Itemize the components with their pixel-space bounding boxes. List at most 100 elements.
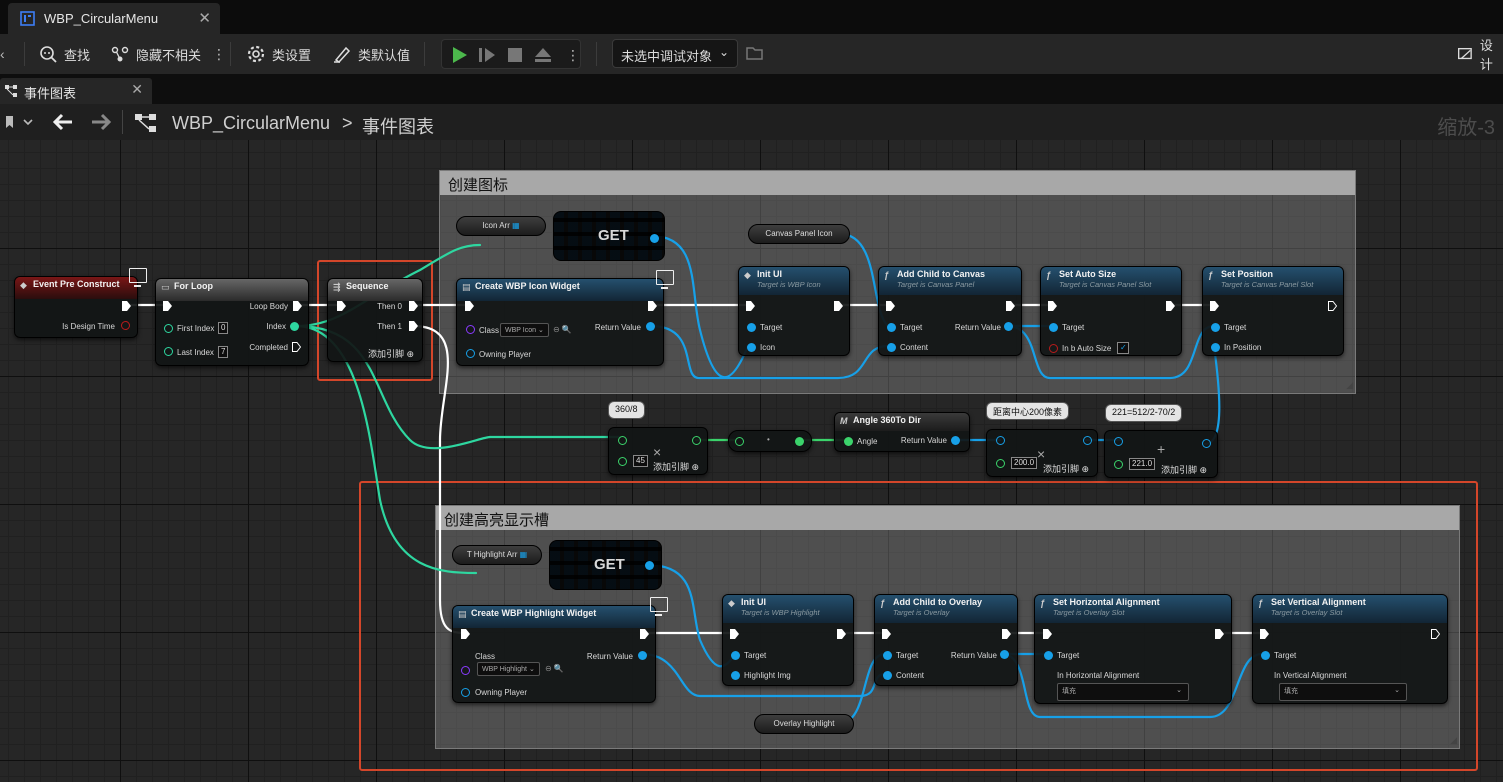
horizontal-alignment-dropdown[interactable]: 填充 ⌄: [1057, 683, 1189, 701]
var-canvas-panel-icon[interactable]: Canvas Panel Icon: [748, 224, 850, 244]
object-in-pin[interactable]: [883, 671, 892, 680]
node-create-highlight-widget[interactable]: ▤ Create WBP Highlight Widget Class WBP H…: [452, 605, 656, 703]
exec-out-pin[interactable]: [648, 301, 657, 311]
node-add-child-to-canvas[interactable]: ƒ Add Child to Canvas Target is Canvas Pan…: [878, 266, 1022, 356]
object-in-pin[interactable]: [1261, 651, 1270, 660]
float-in-pin[interactable]: [618, 436, 627, 445]
node-init-ui-icon[interactable]: ◆ Init UI Target is WBP Icon Target Icon: [738, 266, 850, 356]
node-comment-bubble[interactable]: 221=512/2-70/2: [1105, 404, 1183, 422]
object-in-pin[interactable]: [1211, 323, 1220, 332]
object-out-pin[interactable]: [646, 322, 655, 331]
step-icon[interactable]: [478, 46, 496, 64]
vertical-alignment-dropdown[interactable]: 填充 ⌄: [1279, 683, 1407, 701]
node-multiply-angle[interactable]: × 45 添加引脚 ⊕: [608, 427, 708, 475]
node-angle-to-dir[interactable]: M Angle 360To Dir Angle Return Value: [834, 412, 970, 452]
object-in-pin[interactable]: [1044, 651, 1053, 660]
play-options-icon[interactable]: ⋮: [566, 45, 580, 65]
bool-out-pin[interactable]: [121, 321, 130, 330]
float-in-pin[interactable]: [618, 457, 627, 466]
forward-arrow-icon[interactable]: [90, 112, 112, 132]
back-arrow-icon[interactable]: [52, 112, 74, 132]
class-in-pin[interactable]: [461, 666, 470, 675]
hide-unrelated-button[interactable]: 隐藏不相关: [110, 41, 201, 67]
exec-in-pin[interactable]: [1043, 629, 1052, 639]
exec-in-pin[interactable]: [746, 301, 755, 311]
node-create-icon-widget[interactable]: ▤ Create WBP Icon Widget Class WBP Icon ⌄…: [456, 278, 664, 366]
exec-out-pin[interactable]: [837, 629, 846, 639]
node-get-highlight[interactable]: GET: [549, 540, 662, 590]
exec-in-pin[interactable]: [1260, 629, 1269, 639]
exec-out-pin[interactable]: [409, 321, 418, 331]
breadcrumb-graph[interactable]: 事件图表: [362, 113, 434, 139]
distance-value-input[interactable]: 200.0: [1011, 457, 1038, 469]
exec-out-pin[interactable]: [1166, 301, 1175, 311]
object-in-pin[interactable]: [731, 651, 740, 660]
eject-icon[interactable]: [534, 46, 552, 64]
class-defaults-button[interactable]: 类默认值: [332, 41, 410, 67]
object-in-pin[interactable]: [887, 323, 896, 332]
exec-out-pin[interactable]: [1431, 629, 1440, 639]
tab-event-graph[interactable]: 事件图表 ✕: [0, 78, 152, 104]
exec-out-pin[interactable]: [1006, 301, 1015, 311]
toolbar-overflow-icon[interactable]: ‹: [0, 44, 5, 64]
auto-size-checkbox[interactable]: ✓: [1117, 342, 1129, 354]
vector-in-pin[interactable]: [996, 436, 1005, 445]
node-convert[interactable]: •: [728, 430, 812, 452]
class-settings-button[interactable]: 类设置: [246, 41, 311, 67]
debug-object-dropdown[interactable]: 未选中调试对象 ⌄: [612, 39, 738, 68]
add-pin-button[interactable]: 添加引脚 ⊕: [1161, 463, 1207, 476]
exec-out-pin[interactable]: [640, 629, 649, 639]
object-in-pin[interactable]: [883, 651, 892, 660]
close-graph-tab-icon[interactable]: ✕: [131, 81, 143, 98]
object-out-pin[interactable]: [650, 234, 659, 243]
exec-in-pin[interactable]: [886, 301, 895, 311]
class-in-pin[interactable]: [466, 325, 475, 334]
node-set-position[interactable]: ƒ Set Position Target is Canvas Panel Slot…: [1202, 266, 1344, 356]
node-add-offset[interactable]: + 221.0 添加引脚 ⊕: [1104, 430, 1218, 478]
float-in-pin[interactable]: [844, 437, 853, 446]
class-dropdown[interactable]: WBP Icon ⌄: [500, 323, 549, 337]
float-in-pin[interactable]: [996, 459, 1005, 468]
object-out-pin[interactable]: [645, 561, 654, 570]
player-in-pin[interactable]: [466, 349, 475, 358]
asset-tab[interactable]: WBP_CircularMenu ✕: [8, 3, 220, 34]
vector-in-pin[interactable]: [1114, 437, 1123, 446]
class-dropdown[interactable]: WBP Highlight ⌄: [477, 662, 540, 676]
breadcrumb-asset[interactable]: WBP_CircularMenu: [172, 113, 330, 134]
node-comment-bubble[interactable]: 距离中心200像素: [986, 402, 1070, 420]
exec-out-pin[interactable]: [122, 301, 131, 311]
exec-in-pin[interactable]: [1048, 301, 1057, 311]
first-index-input[interactable]: 0: [218, 322, 229, 334]
exec-out-pin[interactable]: [1328, 301, 1337, 311]
exec-out-pin[interactable]: [1002, 629, 1011, 639]
exec-out-pin[interactable]: [834, 301, 843, 311]
add-pin-button[interactable]: 添加引脚 ⊕: [653, 460, 699, 473]
node-set-vertical-alignment[interactable]: ƒ Set Vertical Alignment Target is Overlay…: [1252, 594, 1448, 704]
float-in-pin[interactable]: [735, 437, 744, 446]
add-pin-button[interactable]: 添加引脚 ⊕: [368, 347, 414, 360]
add-pin-button[interactable]: 添加引脚 ⊕: [1043, 462, 1089, 475]
angle-value-input[interactable]: 45: [633, 455, 648, 467]
float-out-pin[interactable]: [692, 436, 701, 445]
node-set-horizontal-alignment[interactable]: ƒ Set Horizontal Alignment Target is Overl…: [1034, 594, 1232, 704]
float-in-pin[interactable]: [1114, 460, 1123, 469]
object-in-pin[interactable]: [731, 671, 740, 680]
object-in-pin[interactable]: [747, 323, 756, 332]
exec-out-pin[interactable]: [292, 342, 301, 352]
browse-icons[interactable]: ⊖ 🔍: [545, 664, 564, 673]
play-icon[interactable]: [450, 46, 468, 64]
exec-out-pin[interactable]: [293, 301, 302, 311]
hide-unrelated-options-icon[interactable]: ⋮: [212, 44, 226, 64]
node-multiply-distance[interactable]: × 200.0 添加引脚 ⊕: [986, 429, 1098, 477]
int-in-pin[interactable]: [164, 324, 173, 333]
bookmark-icon[interactable]: [4, 114, 34, 130]
blueprint-graph-canvas[interactable]: 创建图标 ◢ 创建高亮显示槽 ◢ ◆ Event Pre Construct I…: [0, 140, 1503, 782]
browse-icons[interactable]: ⊖ 🔍: [553, 325, 572, 334]
vector-out-pin[interactable]: [1202, 439, 1211, 448]
exec-out-pin[interactable]: [1215, 629, 1224, 639]
node-add-child-to-overlay[interactable]: ƒ Add Child to Overlay Target is Overlay T…: [874, 594, 1018, 686]
node-get-icon[interactable]: GET: [553, 211, 665, 261]
exec-in-pin[interactable]: [1210, 301, 1219, 311]
exec-in-pin[interactable]: [465, 301, 474, 311]
int-out-pin[interactable]: [290, 322, 299, 331]
